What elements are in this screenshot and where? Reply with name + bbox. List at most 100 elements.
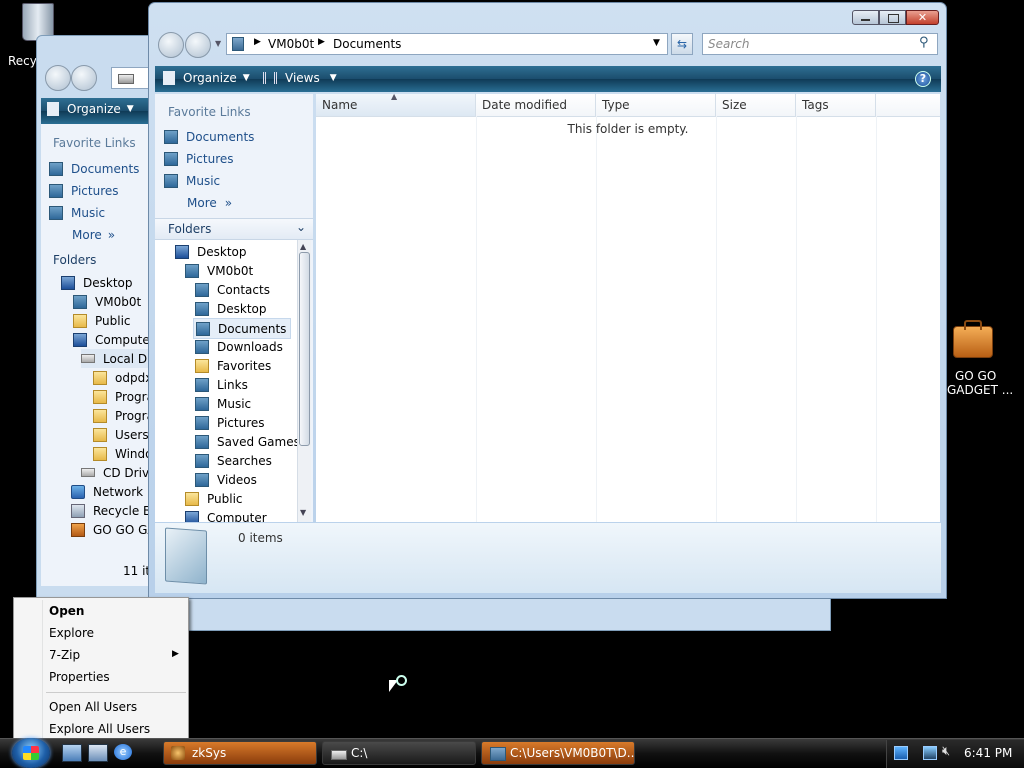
tree-item[interactable]: Downloads [195,337,283,356]
link-music[interactable]: Music [164,170,220,192]
link-pictures[interactable]: Pictures [49,180,119,202]
tree-item[interactable]: Favorites [195,356,271,375]
column-size[interactable]: Size [716,94,796,116]
tree-item[interactable]: odpdx3 [93,368,149,387]
tree-item[interactable]: Links [195,375,248,394]
link-documents[interactable]: Documents [49,158,139,180]
scroll-up-arrow-icon[interactable]: ▲ [300,242,306,251]
tree-item[interactable]: Network [71,482,143,501]
close-button[interactable]: ✕ [906,10,939,25]
back-button[interactable] [45,65,71,91]
drive-icon [81,354,95,363]
volume-muted-icon[interactable]: 🔇︎ [942,744,950,759]
chevron-down-icon: ⌄ [296,220,307,234]
help-icon: ? [919,72,927,85]
internet-explorer-icon[interactable]: e [114,744,132,760]
taskbar-button-c-drive[interactable]: C:\ [322,741,476,765]
tree-item[interactable]: Public [73,311,131,330]
tree-item[interactable]: Users [93,425,149,444]
network-connection-icon[interactable] [923,746,937,760]
pictures-icon [164,152,178,166]
menu-item-open-all-users[interactable]: Open All Users [49,700,137,714]
favorite-links-header: Favorite Links [168,105,251,119]
tree-item-selected[interactable]: Local Dis [81,349,149,368]
maximize-button[interactable] [879,10,906,25]
column-tags[interactable]: Tags [796,94,876,116]
search-box[interactable]: Search ⚲ [702,33,938,55]
address-bar[interactable]: ▶ VM0b0t ▶ Documents ▼ [226,33,668,55]
clock[interactable]: 6:41 PM [964,746,1012,760]
tree-item[interactable]: Searches [195,451,272,470]
tree-item[interactable]: GO GO GA [71,520,149,539]
menu-item-explore[interactable]: Explore [49,626,94,640]
forward-button[interactable] [71,65,97,91]
explorer-window-documents[interactable]: ✕ ▼ ▶ VM0b0t ▶ Documents ▼ ⇆ Search ⚲ Or… [148,2,947,599]
tree-item[interactable]: VM0b0t [73,292,141,311]
gadget-label-line2: GADGET ... [947,383,1014,397]
folder-tree: Desktop VM0b0t Contacts Desktop Document… [155,240,297,522]
forward-button[interactable] [185,32,211,58]
back-button[interactable] [158,32,184,58]
refresh-button[interactable]: ⇆ [671,33,693,55]
minimize-button[interactable] [852,10,879,25]
scroll-thumb[interactable] [299,252,310,446]
tree-item[interactable]: Computer [73,330,149,349]
tree-item[interactable]: Progra [93,406,149,425]
tree-item[interactable]: CD Drive [81,463,149,482]
folders-header[interactable]: Folders [53,253,96,267]
tree-item[interactable]: Desktop [195,299,267,318]
tree-item[interactable]: Computer [185,508,267,522]
user-folder-icon [73,294,87,309]
menu-item-open[interactable]: Open [49,604,84,618]
search-input[interactable]: Search [708,37,750,51]
show-desktop-icon[interactable] [62,744,82,762]
switch-windows-icon[interactable] [88,744,108,762]
column-date-modified[interactable]: Date modified [476,94,596,116]
help-button[interactable]: ? [915,71,931,87]
tree-item[interactable]: Pictures [195,413,265,432]
network-status-icon[interactable] [894,746,908,760]
more-link[interactable]: More» [187,192,232,214]
breadcrumb-separator-icon: ▶ [318,37,325,47]
tree-item[interactable]: Music [195,394,251,413]
folders-header[interactable]: Folders ⌄ [155,218,313,240]
breadcrumb-vm0b0t[interactable]: VM0b0t [268,37,314,51]
scroll-down-arrow-icon[interactable]: ▼ [300,508,306,517]
menu-item-explore-all-users[interactable]: Explore All Users [49,722,150,736]
organize-button[interactable]: Organize ▼ [47,102,134,116]
tree-item-selected[interactable]: Documents [193,318,292,339]
taskbar-button-zksys[interactable]: zkSys [163,741,317,765]
breadcrumb-documents[interactable]: Documents [333,37,401,51]
start-button[interactable] [12,738,50,768]
tree-item[interactable]: Saved Games [195,432,297,451]
link-pictures[interactable]: Pictures [164,148,234,170]
organize-button[interactable]: Organize ▼ [163,71,250,85]
tree-item[interactable]: Contacts [195,280,270,299]
menu-item-properties[interactable]: Properties [49,670,110,684]
taskbar-button-documents[interactable]: C:\Users\VM0B0T\D... [481,741,635,765]
folder-location-icon [232,37,244,51]
tree-item[interactable]: Public [185,489,243,508]
tree-item[interactable]: Progra [93,387,149,406]
link-music[interactable]: Music [49,202,105,224]
gadget-desktop-icon[interactable] [950,318,994,362]
column-type[interactable]: Type [596,94,716,116]
tree-item[interactable]: Videos [195,470,257,489]
search-icon[interactable]: ⚲ [919,35,929,50]
link-documents[interactable]: Documents [164,126,254,148]
chevron-down-icon: ▼ [242,73,250,83]
tree-scrollbar[interactable]: ▲ ▼ [297,240,311,522]
address-bar[interactable] [111,67,151,89]
more-link[interactable]: More» [72,224,115,246]
file-list[interactable]: Name ▲ Date modified Type Size Tags This… [316,92,940,522]
tree-item[interactable]: VM0b0t [185,261,253,280]
recent-pages-dropdown[interactable]: ▼ [215,39,221,48]
address-dropdown-icon[interactable]: ▼ [653,38,660,48]
menu-item-7zip[interactable]: 7-Zip [49,648,80,662]
tree-item[interactable]: Recycle Bin [71,501,149,520]
tree-item[interactable]: Windo [93,444,149,463]
tree-item[interactable]: Desktop [175,242,247,261]
views-button[interactable]: Views ▼ [263,71,337,85]
busy-cursor-icon [389,675,407,692]
tree-item[interactable]: Desktop [61,273,133,292]
